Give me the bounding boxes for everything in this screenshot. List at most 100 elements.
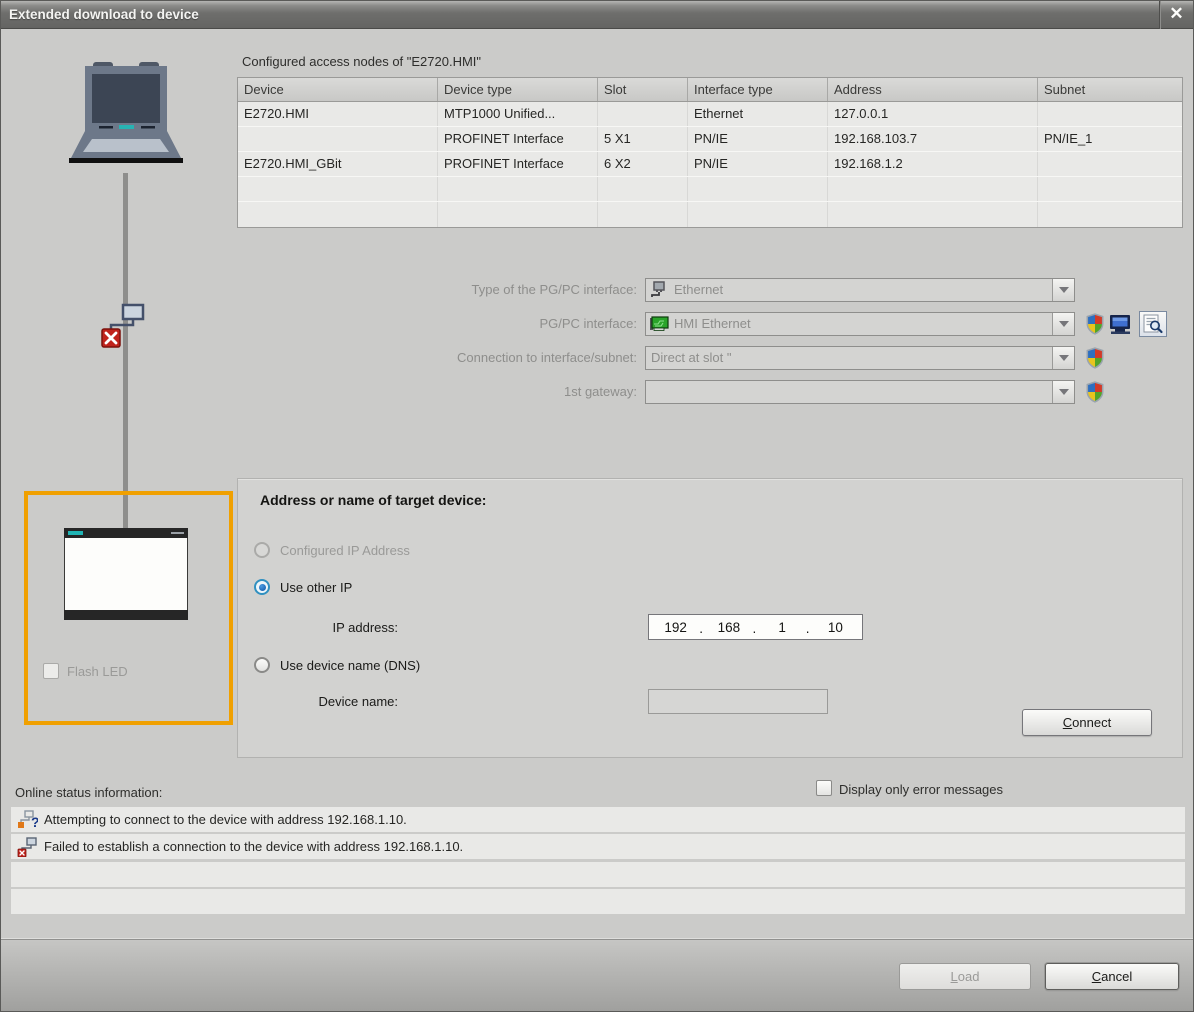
cell: MTP1000 Unified... [438, 102, 598, 126]
status-message-row[interactable]: ? Attempting to connect to the device wi… [11, 807, 1185, 832]
cell [688, 202, 828, 227]
status-message-row-empty [11, 889, 1185, 914]
cell [828, 202, 1038, 227]
first-gateway-select [645, 380, 1075, 404]
cell [1038, 177, 1182, 201]
chevron-down-icon [1058, 355, 1069, 361]
cell: PROFINET Interface [438, 152, 598, 176]
cell: 192.168.1.2 [828, 152, 1038, 176]
cell [238, 177, 438, 201]
access-nodes-table: Device Device type Slot Interface type A… [237, 77, 1183, 228]
cell: Ethernet [688, 102, 828, 126]
table-row[interactable] [238, 177, 1182, 202]
hmi-panel-image [64, 528, 188, 620]
device-name-input [648, 689, 828, 714]
connection-error-icon [101, 303, 145, 348]
hmi-panel-top-bezel [64, 528, 188, 538]
access-nodes-caption: Configured access nodes of "E2720.HMI" [242, 54, 482, 69]
cell: E2720.HMI [238, 102, 438, 126]
table-header-row: Device Device type Slot Interface type A… [238, 78, 1182, 102]
ip-address-input[interactable]: 192 168 1 10 [648, 614, 863, 640]
status-message-row[interactable]: Failed to establish a connection to the … [11, 834, 1185, 859]
connect-attempt-icon: ? [18, 809, 38, 830]
use-other-ip-radio[interactable] [254, 579, 270, 595]
use-device-name-radio[interactable] [254, 657, 270, 673]
type-of-pg-pc-interface-select: Ethernet [645, 278, 1075, 302]
cell: 192.168.103.7 [828, 127, 1038, 151]
security-shield-icon [1086, 313, 1104, 335]
cancel-button[interactable]: Cancel [1045, 963, 1179, 990]
table-row[interactable]: PROFINET Interface 5 X1 PN/IE 192.168.10… [238, 127, 1182, 152]
ip-address-label: IP address: [332, 620, 398, 635]
connection-to-subnet-select: Direct at slot " [645, 346, 1075, 370]
col-header-subnet: Subnet [1044, 82, 1086, 97]
pg-pc-interface-value: HMI Ethernet [674, 316, 751, 331]
ip-octet-3: 1 [752, 615, 809, 639]
dropdown-arrow-button [1052, 381, 1074, 403]
connect-failed-icon [17, 836, 37, 857]
target-address-panel: Address or name of target device: Config… [237, 478, 1183, 758]
table-row[interactable]: E2720.HMI MTP1000 Unified... Ethernet 12… [238, 102, 1182, 127]
status-message-text: Attempting to connect to the device with… [44, 812, 407, 827]
cell [1038, 202, 1182, 227]
col-header-interface-type: Interface type [688, 78, 828, 101]
hmi-bezel-dash [171, 532, 184, 534]
close-icon: ✕ [1169, 4, 1184, 23]
ip-octet-4: 10 [806, 615, 862, 639]
use-device-name-label: Use device name (DNS) [280, 658, 421, 673]
cell: PROFINET Interface [438, 127, 598, 151]
pg-laptop-image [69, 62, 183, 163]
security-shield-icon [1086, 381, 1104, 403]
ethernet-plug-icon [649, 281, 669, 299]
dialog-footer: Load Cancel [1, 939, 1193, 1011]
cell [1038, 152, 1182, 176]
cell: 5 X1 [598, 127, 688, 151]
ip-octet-2: 168 [699, 615, 755, 639]
display-only-errors-label: Display only error messages [839, 782, 1004, 797]
device-name-label: Device name: [318, 694, 398, 709]
col-header-slot: Slot [598, 78, 688, 101]
col-header-address: Address [828, 78, 1038, 101]
use-other-ip-label: Use other IP [280, 580, 353, 595]
accessible-devices-monitor-icon[interactable] [1109, 313, 1133, 335]
network-card-icon [649, 315, 669, 333]
connect-button[interactable]: Connect [1022, 709, 1152, 736]
cell [598, 102, 688, 126]
search-devices-button[interactable] [1139, 311, 1167, 337]
ip-octet-1: 192 [664, 619, 687, 635]
table-row[interactable]: E2720.HMI_GBit PROFINET Interface 6 X2 P… [238, 152, 1182, 177]
cell: 127.0.0.1 [828, 102, 1038, 126]
cell: PN/IE_1 [1044, 131, 1093, 146]
extended-download-dialog: Extended download to device ✕ Flash LED [0, 0, 1194, 1012]
hmi-panel-bottom-bezel [64, 610, 188, 620]
type-of-pg-pc-interface-label: Type of the PG/PC interface: [471, 282, 637, 297]
security-shield-icon [1086, 347, 1104, 369]
hmi-logo-mark [68, 531, 83, 535]
svg-text:?: ? [31, 814, 38, 830]
load-button: Load [899, 963, 1031, 990]
cell [238, 127, 438, 151]
cell [688, 177, 828, 201]
dropdown-arrow-button [1052, 347, 1074, 369]
pg-pc-interface-label: PG/PC interface: [539, 316, 637, 331]
chevron-down-icon [1058, 389, 1069, 395]
display-only-errors-checkbox[interactable] [816, 780, 832, 796]
search-properties-icon [1143, 314, 1163, 334]
dropdown-arrow-button [1052, 279, 1074, 301]
cell [238, 202, 438, 227]
chevron-down-icon [1058, 287, 1069, 293]
configured-ip-label: Configured IP Address [280, 543, 410, 558]
col-header-device-type: Device type [438, 78, 598, 101]
type-of-pg-pc-interface-value: Ethernet [674, 282, 724, 297]
cell [598, 177, 688, 201]
table-row[interactable] [238, 202, 1182, 227]
chevron-down-icon [1058, 321, 1069, 327]
flash-led-label: Flash LED [67, 664, 128, 679]
col-header-device: Device [238, 78, 438, 101]
cell [438, 202, 598, 227]
close-button[interactable]: ✕ [1159, 1, 1193, 29]
configured-ip-radio [254, 542, 270, 558]
cell: 6 X2 [598, 152, 688, 176]
cell [438, 177, 598, 201]
dialog-titlebar: Extended download to device ✕ [1, 1, 1193, 29]
